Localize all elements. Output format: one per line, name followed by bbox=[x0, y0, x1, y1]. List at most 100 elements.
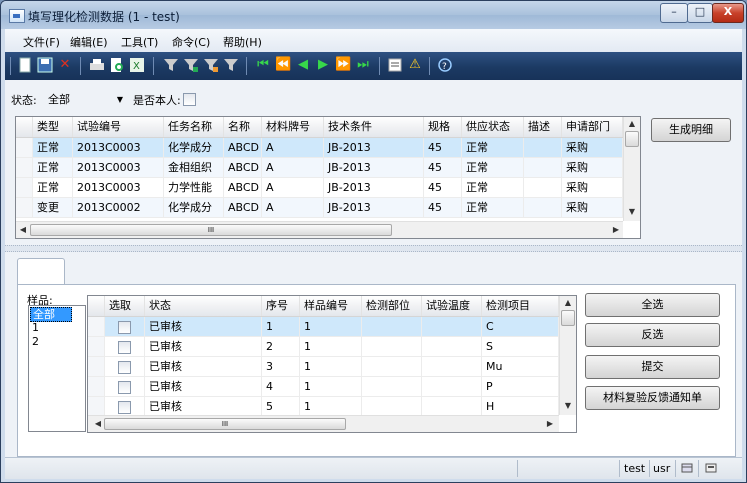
column-header[interactable]: 试验温度 bbox=[422, 296, 482, 316]
sample-grid-vscrollbar[interactable]: ▲ ▼ bbox=[559, 296, 576, 415]
menu-edit[interactable]: 编辑(E) bbox=[70, 34, 108, 50]
menu-help[interactable]: 帮助(H) bbox=[223, 34, 262, 50]
column-header[interactable]: 样品编号 bbox=[300, 296, 362, 316]
notes-icon[interactable] bbox=[387, 57, 403, 73]
export-excel-icon[interactable]: X bbox=[129, 57, 145, 73]
delete-icon[interactable]: ✕ bbox=[57, 57, 73, 73]
menu-bar: 文件(F) 编辑(E) 工具(T) 命令(C) 帮助(H) bbox=[5, 29, 742, 52]
select-checkbox[interactable] bbox=[118, 341, 131, 354]
scroll-down-icon[interactable]: ▼ bbox=[626, 207, 638, 216]
status-combobox[interactable]: 全部 ▼ bbox=[47, 91, 127, 109]
sample-list-item[interactable]: 全部 bbox=[30, 307, 72, 322]
splitter[interactable] bbox=[5, 245, 742, 252]
invert-selection-button[interactable]: 反选 bbox=[585, 323, 720, 347]
table-row[interactable]: 已审核 2 1 S bbox=[88, 337, 559, 357]
table-row[interactable]: 正常 2013C0003 力学性能 ABCD A JB-2013 45 正常 采购 bbox=[16, 178, 623, 198]
row-indicator[interactable] bbox=[88, 317, 105, 337]
sample-list-item[interactable]: 1 bbox=[30, 321, 70, 334]
self-checkbox[interactable] bbox=[183, 93, 196, 106]
table-row[interactable]: 已审核 5 1 H bbox=[88, 397, 559, 417]
help-icon[interactable]: ? bbox=[437, 57, 453, 73]
scroll-up-icon[interactable]: ▲ bbox=[626, 119, 638, 128]
table-row[interactable]: 已审核 1 1 C bbox=[88, 317, 559, 337]
column-header[interactable]: 供应状态 bbox=[462, 117, 524, 137]
column-header[interactable]: 状态 bbox=[145, 296, 262, 316]
save-icon[interactable] bbox=[37, 57, 53, 73]
column-header[interactable]: 名称 bbox=[224, 117, 262, 137]
select-checkbox[interactable] bbox=[118, 361, 131, 374]
table-row[interactable]: 正常 2013C0003 金相组织 ABCD A JB-2013 45 正常 采购 bbox=[16, 158, 623, 178]
next-page-icon[interactable]: ⏩ bbox=[335, 57, 351, 73]
select-all-button[interactable]: 全选 bbox=[585, 293, 720, 317]
row-indicator[interactable] bbox=[16, 178, 33, 198]
filter-edit-icon[interactable] bbox=[183, 57, 199, 73]
row-indicator[interactable] bbox=[16, 158, 33, 178]
print-icon[interactable] bbox=[89, 57, 105, 73]
column-header[interactable]: 检测项目 bbox=[482, 296, 559, 316]
print-preview-icon[interactable] bbox=[109, 57, 125, 73]
menu-tools[interactable]: 工具(T) bbox=[121, 34, 158, 50]
table-row[interactable]: 已审核 4 1 P bbox=[88, 377, 559, 397]
scroll-thumb[interactable] bbox=[625, 131, 639, 147]
scroll-left-icon[interactable]: ◀ bbox=[17, 225, 29, 234]
row-indicator[interactable] bbox=[16, 198, 33, 218]
scroll-thumb[interactable]: III bbox=[30, 224, 392, 236]
scroll-thumb[interactable] bbox=[561, 310, 575, 326]
next-record-icon[interactable]: ▶ bbox=[315, 57, 331, 73]
table-row[interactable]: 已审核 3 1 Mu bbox=[88, 357, 559, 377]
new-document-icon[interactable] bbox=[17, 57, 33, 73]
first-record-icon[interactable]: ⏮ bbox=[255, 57, 271, 73]
sample-listbox[interactable]: 全部 1 2 bbox=[28, 305, 86, 432]
scroll-up-icon[interactable]: ▲ bbox=[562, 298, 574, 307]
title-bar[interactable]: 填写理化检测数据 (1 - test) – □ X bbox=[1, 1, 746, 29]
row-indicator[interactable] bbox=[88, 357, 105, 377]
scroll-thumb[interactable]: III bbox=[104, 418, 346, 430]
column-header[interactable]: 技术条件 bbox=[324, 117, 424, 137]
previous-page-icon[interactable]: ⏪ bbox=[275, 57, 291, 73]
previous-record-icon[interactable]: ◀ bbox=[295, 57, 311, 73]
column-header[interactable]: 申请部门 bbox=[562, 117, 623, 137]
alert-icon[interactable]: ⚠ bbox=[407, 57, 423, 73]
column-header[interactable]: 描述 bbox=[524, 117, 562, 137]
select-checkbox[interactable] bbox=[118, 401, 131, 414]
detail-tab[interactable] bbox=[17, 258, 65, 285]
filter-advanced-icon[interactable] bbox=[203, 57, 219, 73]
menu-command[interactable]: 命令(C) bbox=[172, 34, 210, 50]
close-button[interactable]: X bbox=[712, 3, 744, 23]
column-header[interactable]: 规格 bbox=[424, 117, 462, 137]
sample-grid-hscrollbar[interactable]: ◀ III ▶ bbox=[88, 415, 559, 432]
sample-list-item[interactable]: 2 bbox=[30, 335, 70, 348]
column-header[interactable]: 序号 bbox=[262, 296, 300, 316]
row-indicator[interactable] bbox=[88, 337, 105, 357]
minimize-button[interactable]: – bbox=[660, 3, 688, 23]
table-row[interactable]: 正常 2013C0003 化学成分 ABCD A JB-2013 45 正常 采购 bbox=[16, 138, 623, 158]
column-header[interactable]: 类型 bbox=[33, 117, 73, 137]
table-row[interactable]: 变更 2013C0002 化学成分 ABCD A JB-2013 45 正常 采购 bbox=[16, 198, 623, 218]
row-indicator[interactable] bbox=[88, 377, 105, 397]
scroll-right-icon[interactable]: ▶ bbox=[610, 225, 622, 234]
column-header[interactable]: 任务名称 bbox=[164, 117, 224, 137]
table-cell: 正常 bbox=[33, 158, 73, 178]
menu-file[interactable]: 文件(F) bbox=[23, 34, 60, 50]
generate-detail-button[interactable]: 生成明细 bbox=[651, 118, 731, 142]
column-header[interactable]: 选取 bbox=[105, 296, 145, 316]
task-grid-vscrollbar[interactable]: ▲ ▼ bbox=[623, 117, 640, 221]
column-header[interactable]: 试验编号 bbox=[73, 117, 164, 137]
scroll-left-icon[interactable]: ◀ bbox=[92, 419, 104, 428]
chevron-down-icon[interactable]: ▼ bbox=[114, 92, 126, 108]
select-checkbox[interactable] bbox=[118, 321, 131, 334]
select-checkbox[interactable] bbox=[118, 381, 131, 394]
maximize-button[interactable]: □ bbox=[687, 3, 713, 23]
column-header[interactable]: 材料牌号 bbox=[262, 117, 324, 137]
column-header[interactable]: 检测部位 bbox=[362, 296, 422, 316]
scroll-down-icon[interactable]: ▼ bbox=[562, 401, 574, 410]
feedback-notice-button[interactable]: 材料复验反馈通知单 bbox=[585, 386, 720, 410]
task-grid-hscrollbar[interactable]: ◀ III ▶ bbox=[16, 221, 623, 238]
submit-button[interactable]: 提交 bbox=[585, 355, 720, 379]
scroll-right-icon[interactable]: ▶ bbox=[544, 419, 556, 428]
filter-icon[interactable] bbox=[163, 57, 179, 73]
row-indicator[interactable] bbox=[88, 397, 105, 417]
filter-clear-icon[interactable] bbox=[223, 57, 239, 73]
row-indicator[interactable] bbox=[16, 138, 33, 158]
last-record-icon[interactable]: ⏭ bbox=[355, 57, 371, 73]
